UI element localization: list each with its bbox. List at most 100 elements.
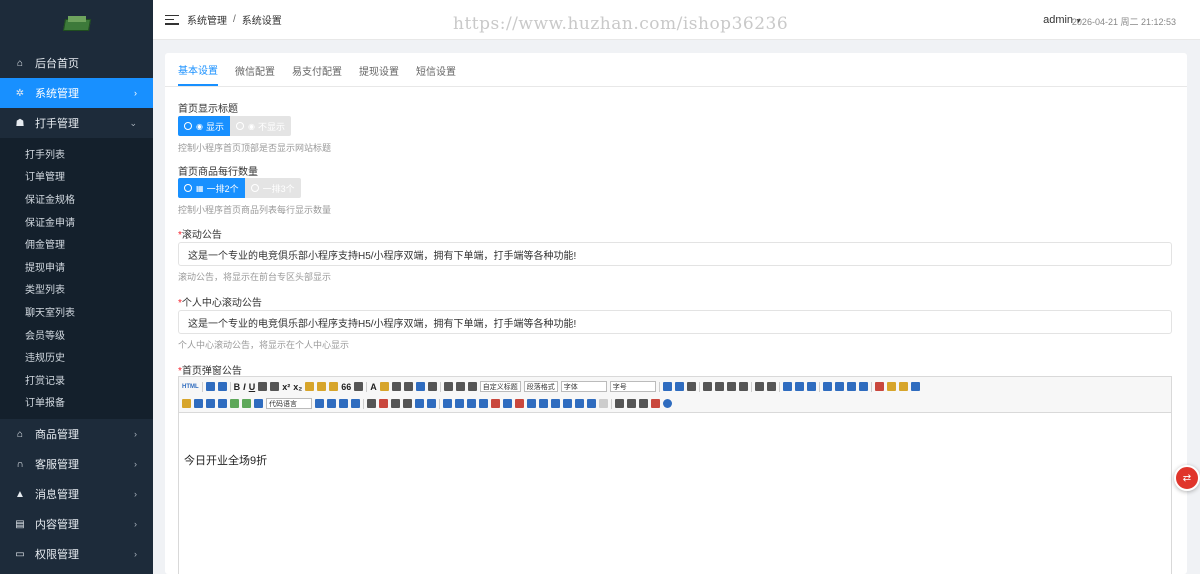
per-row-toggle[interactable]: ▦ 一排2个 一排3个 — [178, 178, 301, 198]
option-three[interactable]: 一排3个 — [244, 178, 301, 198]
submenu-item[interactable]: 类型列表 — [0, 278, 153, 301]
map-icon[interactable] — [230, 399, 239, 408]
delete-row-icon[interactable] — [491, 399, 500, 408]
insert-col-icon[interactable] — [503, 399, 512, 408]
align-left-icon[interactable] — [702, 382, 712, 391]
image-center-icon[interactable] — [858, 382, 868, 391]
drafts-icon[interactable] — [651, 399, 660, 408]
font-size-select[interactable]: 字号 — [609, 381, 656, 392]
rtl-icon[interactable] — [674, 382, 684, 391]
undo-icon[interactable] — [205, 382, 215, 391]
submenu-item[interactable]: 提现申请 — [0, 255, 153, 278]
screenshot-icon[interactable] — [910, 382, 920, 391]
font-color-button[interactable]: A — [370, 382, 377, 392]
code-language-select[interactable]: 代码语言 — [266, 398, 312, 409]
title-show-toggle[interactable]: ◉ 显示 ◉ 不显示 — [178, 116, 291, 136]
tab-wechat[interactable]: 微信配置 — [235, 63, 275, 86]
eraser-icon[interactable] — [305, 382, 315, 391]
float-action-button[interactable]: ⇄ — [1174, 465, 1200, 491]
simple-upload-icon[interactable] — [874, 382, 884, 391]
time-icon[interactable] — [391, 399, 400, 408]
blockquote-button[interactable]: 66 — [341, 382, 351, 392]
align-right-icon[interactable] — [726, 382, 736, 391]
align-center-icon[interactable] — [714, 382, 724, 391]
delete-table-icon[interactable] — [455, 399, 464, 408]
bold-button[interactable]: B — [234, 382, 241, 392]
editor-content[interactable]: 今日开业全场9折 — [179, 413, 1171, 507]
submenu-item[interactable]: 保证金申请 — [0, 210, 153, 233]
music-icon[interactable] — [206, 399, 215, 408]
merge-down-icon[interactable] — [551, 399, 560, 408]
tab-basic[interactable]: 基本设置 — [178, 62, 218, 86]
menu-toggle-icon[interactable] — [165, 14, 179, 25]
sidebar-item-system[interactable]: ✲ 系统管理 › — [0, 78, 153, 108]
submenu-item[interactable]: 订单管理 — [0, 165, 153, 188]
background-icon[interactable] — [339, 399, 348, 408]
webapp-icon[interactable] — [351, 399, 360, 408]
submenu-item[interactable]: 打赏记录 — [0, 368, 153, 391]
sidebar-item-home[interactable]: ⌂ 后台首页 — [0, 48, 153, 78]
delete-col-icon[interactable] — [515, 399, 524, 408]
underline-button[interactable]: U — [249, 382, 256, 392]
image-left-icon[interactable] — [834, 382, 844, 391]
tab-sms[interactable]: 短信设置 — [416, 63, 456, 86]
split-rows-icon[interactable] — [575, 399, 584, 408]
line-height-icon[interactable] — [467, 382, 477, 391]
submenu-item[interactable]: 违规历史 — [0, 345, 153, 368]
ltr-icon[interactable] — [662, 382, 672, 391]
insert-video-icon[interactable] — [194, 399, 203, 408]
italic-button[interactable]: I — [243, 382, 246, 392]
submenu-item[interactable]: 保证金规格 — [0, 187, 153, 210]
select-all-icon[interactable] — [415, 382, 425, 391]
preview-icon[interactable] — [627, 399, 636, 408]
link-icon[interactable] — [782, 382, 792, 391]
option-hide[interactable]: ◉ 不显示 — [230, 116, 291, 136]
html-button[interactable]: HTML — [182, 384, 199, 390]
custom-title-select[interactable]: 自定义标题 — [479, 381, 521, 392]
submenu-item[interactable]: 聊天室列表 — [0, 300, 153, 323]
chart-icon[interactable] — [599, 399, 608, 408]
anchor-icon[interactable] — [806, 382, 816, 391]
help-icon[interactable] — [663, 399, 672, 408]
template-icon[interactable] — [327, 399, 336, 408]
insert-image-icon[interactable] — [886, 382, 896, 391]
align-justify-icon[interactable] — [738, 382, 748, 391]
unordered-list-icon[interactable] — [403, 382, 413, 391]
searchreplace-icon[interactable] — [427, 399, 436, 408]
sidebar-item-players[interactable]: ☗ 打手管理 ⌄ — [0, 108, 153, 138]
search-replace-icon[interactable] — [639, 399, 648, 408]
tab-epay[interactable]: 易支付配置 — [292, 63, 342, 86]
row-spacing-top-icon[interactable] — [443, 382, 453, 391]
ordered-list-icon[interactable] — [391, 382, 401, 391]
highlight-icon[interactable] — [379, 382, 389, 391]
submenu-item[interactable]: 订单报备 — [0, 391, 153, 414]
format-painter-icon[interactable] — [317, 382, 327, 391]
wordimage-icon[interactable] — [415, 399, 424, 408]
option-show[interactable]: ◉ 显示 — [178, 116, 230, 136]
image-none-icon[interactable] — [822, 382, 832, 391]
date-icon[interactable] — [379, 399, 388, 408]
split-cells-icon[interactable] — [563, 399, 572, 408]
insert-table-icon[interactable] — [443, 399, 452, 408]
clear-doc-icon[interactable] — [427, 382, 437, 391]
submenu-item[interactable]: 佣金管理 — [0, 232, 153, 255]
page-break-icon[interactable] — [315, 399, 324, 408]
font-family-select[interactable]: 字体 — [560, 381, 607, 392]
notice-input[interactable]: 这是一个专业的电竞俱乐部小程序支持H5/小程序双端，拥有下单端，打手端等各种功能… — [178, 242, 1172, 266]
paste-text-icon[interactable] — [354, 382, 364, 391]
scrawl-icon[interactable] — [182, 399, 191, 408]
row-spacing-bottom-icon[interactable] — [455, 382, 465, 391]
submenu-item[interactable]: 打手列表 — [0, 142, 153, 165]
redo-icon[interactable] — [217, 382, 227, 391]
sidebar-item-messages[interactable]: ▲ 消息管理 › — [0, 479, 153, 509]
superscript-button[interactable]: x² — [282, 382, 290, 392]
font-border-icon[interactable] — [258, 382, 268, 391]
paragraph-select[interactable]: 段落格式 — [523, 381, 558, 392]
gmap-icon[interactable] — [242, 399, 251, 408]
strikethrough-icon[interactable] — [270, 382, 280, 391]
insert-row-icon[interactable] — [479, 399, 488, 408]
lowercase-icon[interactable] — [766, 382, 776, 391]
insert-frame-icon[interactable] — [254, 399, 263, 408]
unlink-icon[interactable] — [794, 382, 804, 391]
special-chars-icon[interactable] — [403, 399, 412, 408]
